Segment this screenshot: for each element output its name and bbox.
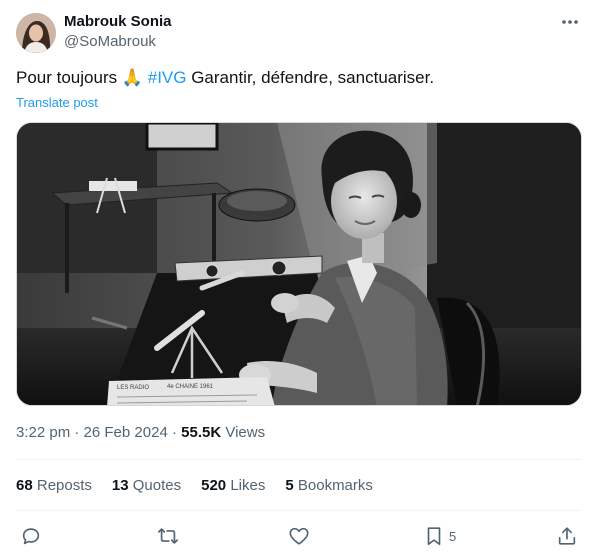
like-button[interactable] (288, 524, 310, 548)
quotes-count: 13 (111, 477, 129, 494)
reply-icon (22, 528, 40, 545)
post-date[interactable]: 26 Feb 2024 (84, 424, 168, 441)
bookmark-button[interactable]: 5 (423, 524, 456, 548)
tweet-text-before: Pour toujours 🙏 (16, 68, 148, 87)
repost-button[interactable] (157, 524, 179, 548)
like-icon (289, 527, 309, 545)
reposts-stat[interactable]: 68 Reposts (16, 477, 92, 495)
reposts-label: Reposts (36, 477, 92, 494)
bookmarks-label: Bookmarks (297, 477, 373, 494)
bookmark-icon (427, 527, 441, 546)
tweet-meta: 3:22 pm · 26 Feb 2024 · 55.5K Views (16, 424, 265, 442)
likes-label: Likes (230, 477, 266, 494)
likes-stat[interactable]: 520 Likes (201, 477, 265, 495)
post-time[interactable]: 3:22 pm (16, 424, 70, 441)
hashtag-link[interactable]: #IVG (148, 68, 187, 87)
handle[interactable]: @SoMabrouk (64, 33, 156, 51)
divider (16, 459, 582, 460)
meta-separator-1: · (74, 424, 80, 441)
repost-icon (158, 528, 178, 544)
display-name[interactable]: Mabrouk Sonia (64, 13, 172, 31)
divider (16, 510, 582, 511)
tweet-photo[interactable]: LES RADIO 4e CHAINE 1961 (16, 122, 582, 406)
avatar[interactable] (16, 13, 56, 53)
quotes-stat[interactable]: 13 Quotes (112, 477, 181, 495)
tweet-text: Pour toujours 🙏 #IVG Garantir, défendre,… (16, 67, 582, 89)
bookmark-count: 5 (449, 528, 457, 544)
reply-button[interactable] (20, 524, 42, 548)
engagement-stats: 68 Reposts 13 Quotes 520 Likes 5 Bookmar… (16, 477, 373, 495)
tweet: Mabrouk Sonia @SoMabrouk Pour toujours 🙏… (0, 0, 598, 559)
views-label: Views (225, 424, 266, 441)
share-icon (558, 527, 576, 545)
reposts-count: 68 (16, 477, 33, 494)
views-count: 55.5K (181, 424, 222, 441)
quotes-label: Quotes (132, 477, 182, 494)
more-icon[interactable] (560, 14, 580, 30)
bookmarks-stat[interactable]: 5 Bookmarks (285, 477, 373, 495)
share-button[interactable] (556, 524, 578, 548)
action-bar: 5 (16, 520, 582, 552)
tweet-text-after: Garantir, défendre, sanctuariser. (186, 68, 435, 87)
likes-count: 520 (201, 477, 227, 494)
translate-post-link[interactable]: Translate post (16, 95, 98, 111)
paper-print-1: LES RADIO (117, 385, 149, 391)
bookmarks-count: 5 (285, 477, 294, 494)
paper-print-2: 4e CHAINE 1961 (167, 384, 214, 390)
meta-separator-2: · (171, 424, 177, 441)
